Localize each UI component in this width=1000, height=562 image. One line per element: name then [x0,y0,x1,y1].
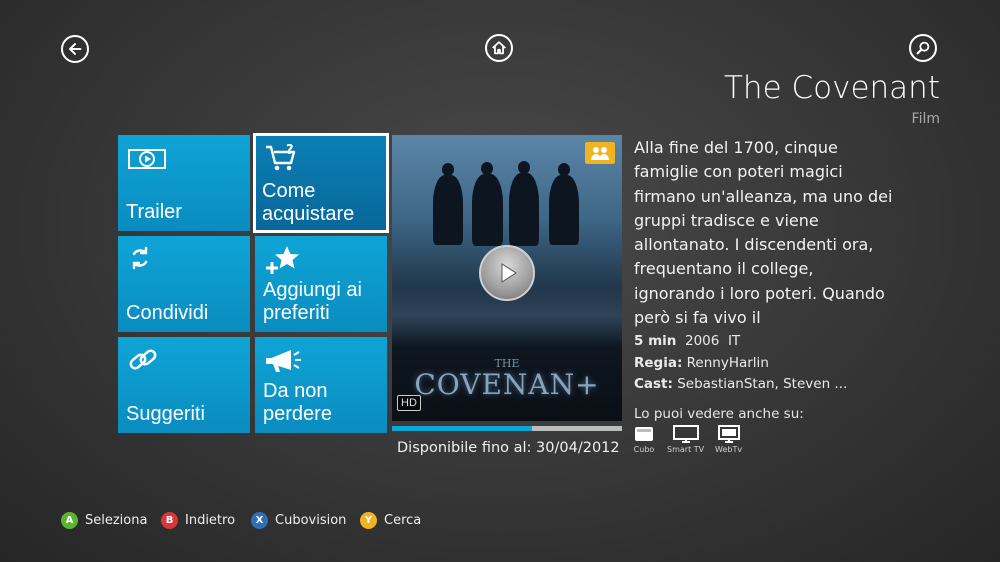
trailer-icon [128,149,166,169]
back-arrow-icon [69,43,82,55]
tile-label: Come acquistare [262,180,355,225]
tile-label: Condividi [126,302,209,324]
poster-figure [433,175,463,245]
tv-icon [672,425,699,443]
device-smart-tv[interactable]: Smart TV [667,425,704,454]
page-title: The Covenant [724,70,940,106]
movie-description: Alla fine del 1700, cinque famiglie con … [634,138,893,328]
share-tile[interactable]: Condividi [118,236,250,332]
tile-label: Aggiungi ai preferiti [263,279,362,324]
also-available-label: Lo puoi vedere anche su: [634,406,804,422]
a-button-icon: A [61,512,78,529]
country: IT [727,333,741,349]
poster-logo: COVENAN+ [414,368,600,401]
director-name: RennyHarlin [686,355,769,371]
footer-label: Seleziona [85,513,148,528]
cast-label: Cast: [634,376,673,392]
poster-figure [472,174,503,246]
page-subtitle: Film [911,111,940,127]
duration: 5 min [634,333,677,349]
year: 2006 [685,333,720,349]
director-line: Regia: RennyHarlin [634,355,769,371]
x-button-icon: X [251,512,268,529]
monitor-icon [717,425,740,443]
search-button[interactable] [909,34,937,62]
movie-poster[interactable]: THE COVENAN+ HD [392,135,622,421]
how-to-buy-tile[interactable]: ? Come acquistare [253,133,389,233]
device-webtv[interactable]: WebTv [715,425,742,454]
home-icon [492,41,506,55]
footer-label: Cubovision [275,513,347,528]
cubo-icon [635,427,653,441]
svg-text:?: ? [286,143,294,158]
home-button[interactable] [485,34,513,62]
footer-label: Cerca [384,513,422,528]
share-arrows-icon [132,246,148,270]
director-label: Regia: [634,355,683,371]
search-icon [916,41,930,55]
link-icon [129,349,157,370]
poster-figure [549,175,579,245]
footer-search[interactable]: Y Cerca [360,512,421,529]
suggested-tile[interactable]: Suggeriti [118,337,250,433]
cast-line: Cast: SebastianStan, Steven ... [634,376,847,392]
footer-cubovision[interactable]: X Cubovision [251,512,346,529]
availability-text: Disponibile fino al: 30/04/2012 [397,440,620,456]
tile-label: Suggeriti [126,403,205,425]
meta-line: 5 min 2006 IT [634,333,740,349]
device-cubo[interactable]: Cubo [633,425,655,454]
progress-fill [392,426,533,431]
play-icon [501,263,517,283]
cast-names: SebastianStan, Steven ... [677,376,848,392]
poster-figure [509,173,539,246]
megaphone-icon [266,350,301,372]
footer-select[interactable]: A Seleziona [61,512,147,529]
device-label: WebTv [715,445,743,454]
star-plus-icon [266,246,299,274]
hd-badge: HD [397,395,421,411]
b-button-icon: B [161,512,178,529]
footer-label: Indietro [185,513,236,528]
add-favorites-tile[interactable]: Aggiungi ai preferiti [255,236,387,332]
availability-progress [392,426,622,431]
tile-label: Da non perdere [263,380,332,425]
dont-miss-tile[interactable]: Da non perdere [255,337,387,433]
trailer-tile[interactable]: Trailer [118,135,250,231]
family-icon [585,142,615,164]
cart-icon: ? [266,143,296,171]
device-label: Cubo [633,445,655,454]
play-button[interactable] [479,245,535,301]
footer-back[interactable]: B Indietro [161,512,235,529]
back-button[interactable] [61,35,89,63]
y-button-icon: Y [360,512,377,529]
tile-label: Trailer [126,201,182,223]
device-label: Smart TV [667,445,705,454]
